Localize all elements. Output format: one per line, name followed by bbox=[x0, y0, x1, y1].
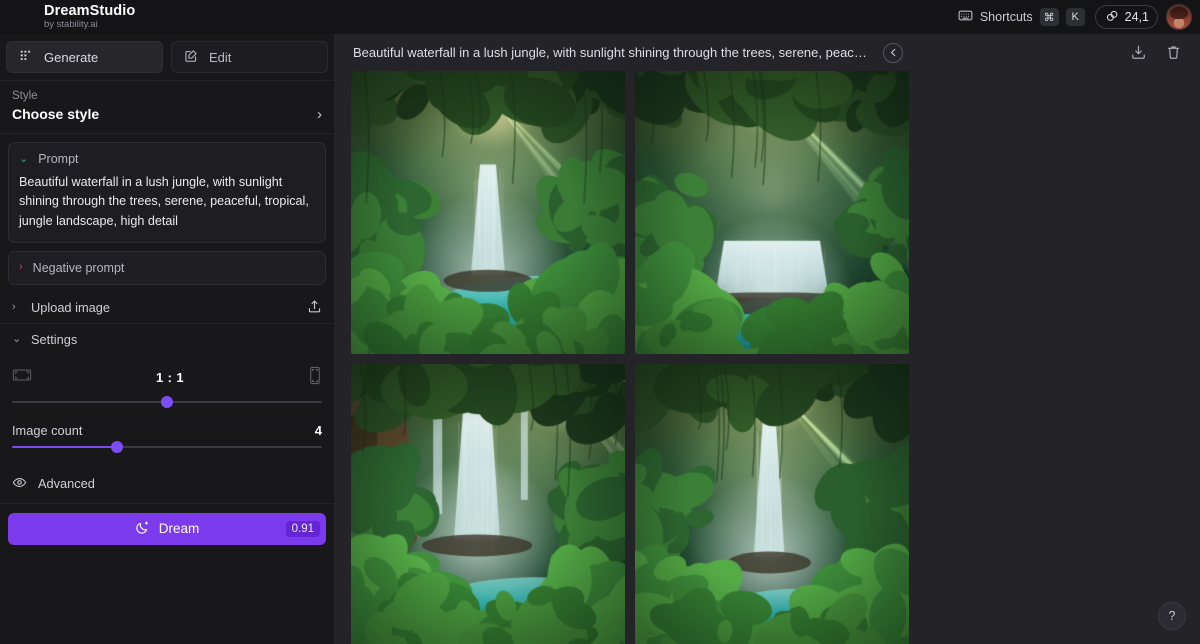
slider-knob[interactable] bbox=[111, 440, 124, 453]
dream-button[interactable]: Dream 0.91 bbox=[8, 512, 326, 545]
slider-knob[interactable] bbox=[161, 395, 173, 408]
main-panel: Beautiful waterfall in a lush jungle, wi… bbox=[335, 34, 1200, 644]
top-bar-right: Shortcuts ⌘ K 24,1 bbox=[958, 4, 1192, 30]
upload-icon[interactable] bbox=[307, 299, 322, 317]
settings-row[interactable]: ⌄ Settings bbox=[0, 324, 334, 355]
avatar[interactable] bbox=[1166, 4, 1192, 30]
generated-image-3[interactable] bbox=[351, 364, 625, 644]
prompt-header[interactable]: ⌄ Prompt bbox=[19, 152, 315, 166]
results-scroll-area[interactable] bbox=[335, 71, 1200, 644]
dreamstudio-app: DreamStudio by stability.ai Shortcuts ⌘ … bbox=[0, 0, 1200, 644]
aspect-ratio-row: 1 : 1 bbox=[12, 363, 322, 393]
download-icon[interactable] bbox=[1130, 44, 1147, 61]
style-label: Style bbox=[12, 90, 38, 102]
prompt-card[interactable]: ⌄ Prompt Beautiful waterfall in a lush j… bbox=[8, 142, 326, 243]
upload-image-row[interactable]: › Upload image bbox=[0, 293, 334, 324]
chevron-right-icon: › bbox=[19, 261, 23, 274]
advanced-label: Advanced bbox=[38, 476, 95, 492]
results-grid bbox=[351, 71, 1186, 644]
tab-edit-label: Edit bbox=[209, 49, 232, 65]
trash-icon[interactable] bbox=[1165, 44, 1182, 61]
image-count-label: Image count bbox=[12, 422, 83, 438]
choose-style-button[interactable]: Choose style › bbox=[12, 106, 322, 122]
dreamstudio-hexagon-logo-icon bbox=[12, 5, 36, 29]
dream-section: Dream 0.91 bbox=[0, 502, 334, 555]
shortcuts-label: Shortcuts bbox=[979, 10, 1033, 24]
brand-subtitle: by stability.ai bbox=[44, 19, 98, 31]
negative-prompt-card[interactable]: › Negative prompt bbox=[8, 250, 326, 285]
aspect-ratio-slider[interactable] bbox=[12, 395, 322, 409]
shortcut-key-cmd[interactable]: ⌘ bbox=[1039, 8, 1059, 26]
landscape-ratio-icon[interactable] bbox=[12, 367, 32, 388]
tab-edit[interactable]: Edit bbox=[171, 41, 328, 73]
image-count-row: Image count 4 bbox=[12, 423, 322, 438]
brand-logo[interactable]: DreamStudio by stability.ai bbox=[8, 2, 136, 31]
help-button[interactable]: ? bbox=[1158, 602, 1186, 630]
chevron-right-icon: › bbox=[317, 105, 322, 123]
credits-amount: 24,1 bbox=[1124, 10, 1149, 24]
dream-button-label: Dream bbox=[158, 521, 200, 537]
sidebar: Generate Edit Style Choose style › ⌄ Pro… bbox=[0, 34, 335, 644]
portrait-ratio-icon[interactable] bbox=[308, 366, 322, 390]
style-value: Choose style bbox=[12, 106, 100, 122]
settings-label: Settings bbox=[31, 331, 78, 347]
prompt-panels: ⌄ Prompt Beautiful waterfall in a lush j… bbox=[0, 134, 334, 285]
generated-image-2[interactable] bbox=[635, 71, 909, 354]
dream-cost-badge: 0.91 bbox=[285, 520, 320, 537]
advanced-row[interactable]: Advanced bbox=[0, 468, 334, 500]
results-header: Beautiful waterfall in a lush jungle, wi… bbox=[335, 34, 1200, 71]
keyboard-icon bbox=[958, 8, 973, 26]
style-section: Style Choose style › bbox=[0, 81, 334, 134]
prompt-label: Prompt bbox=[38, 152, 79, 166]
generated-image-1[interactable] bbox=[351, 71, 625, 354]
image-count-slider[interactable] bbox=[12, 440, 322, 454]
aspect-ratio-value: 1 : 1 bbox=[155, 370, 184, 386]
help-button-label: ? bbox=[1168, 609, 1176, 623]
top-bar: DreamStudio by stability.ai Shortcuts ⌘ … bbox=[0, 0, 1200, 34]
credits-pill[interactable]: 24,1 bbox=[1094, 5, 1158, 29]
shortcuts-button[interactable]: Shortcuts ⌘ K bbox=[958, 8, 1085, 26]
generated-image-canvas bbox=[635, 364, 909, 644]
chevron-right-icon: › bbox=[12, 301, 16, 314]
brand-title: DreamStudio bbox=[44, 2, 136, 19]
pencil-square-icon bbox=[184, 49, 198, 66]
shortcut-key-k[interactable]: K bbox=[1065, 8, 1085, 26]
settings-body: 1 : 1 Image count 4 bbox=[0, 355, 334, 454]
slider-fill bbox=[12, 445, 118, 448]
sidebar-tabs: Generate Edit bbox=[0, 34, 334, 81]
moon-sparkle-icon bbox=[135, 520, 150, 538]
grid-dots-icon bbox=[19, 49, 33, 66]
eye-icon bbox=[12, 475, 27, 493]
upload-image-label: Upload image bbox=[31, 300, 110, 316]
results-title: Beautiful waterfall in a lush jungle, wi… bbox=[353, 45, 873, 60]
generated-image-canvas bbox=[351, 71, 625, 354]
negative-prompt-label: Negative prompt bbox=[32, 260, 125, 275]
chevron-down-icon: ⌄ bbox=[12, 332, 22, 345]
credits-coin-icon bbox=[1105, 9, 1119, 26]
tab-generate[interactable]: Generate bbox=[6, 41, 163, 73]
prompt-input[interactable]: Beautiful waterfall in a lush jungle, wi… bbox=[19, 173, 315, 231]
negative-prompt-header[interactable]: › Negative prompt bbox=[19, 261, 315, 275]
arrow-left-circle-icon[interactable] bbox=[883, 42, 903, 63]
generated-image-canvas bbox=[351, 364, 625, 644]
tab-generate-label: Generate bbox=[44, 49, 99, 65]
generated-image-canvas bbox=[635, 71, 909, 354]
chevron-down-icon: ⌄ bbox=[19, 152, 29, 165]
generated-image-4[interactable] bbox=[635, 364, 909, 644]
app-body: Generate Edit Style Choose style › ⌄ Pro… bbox=[0, 34, 1200, 644]
image-count-value: 4 bbox=[314, 422, 322, 438]
